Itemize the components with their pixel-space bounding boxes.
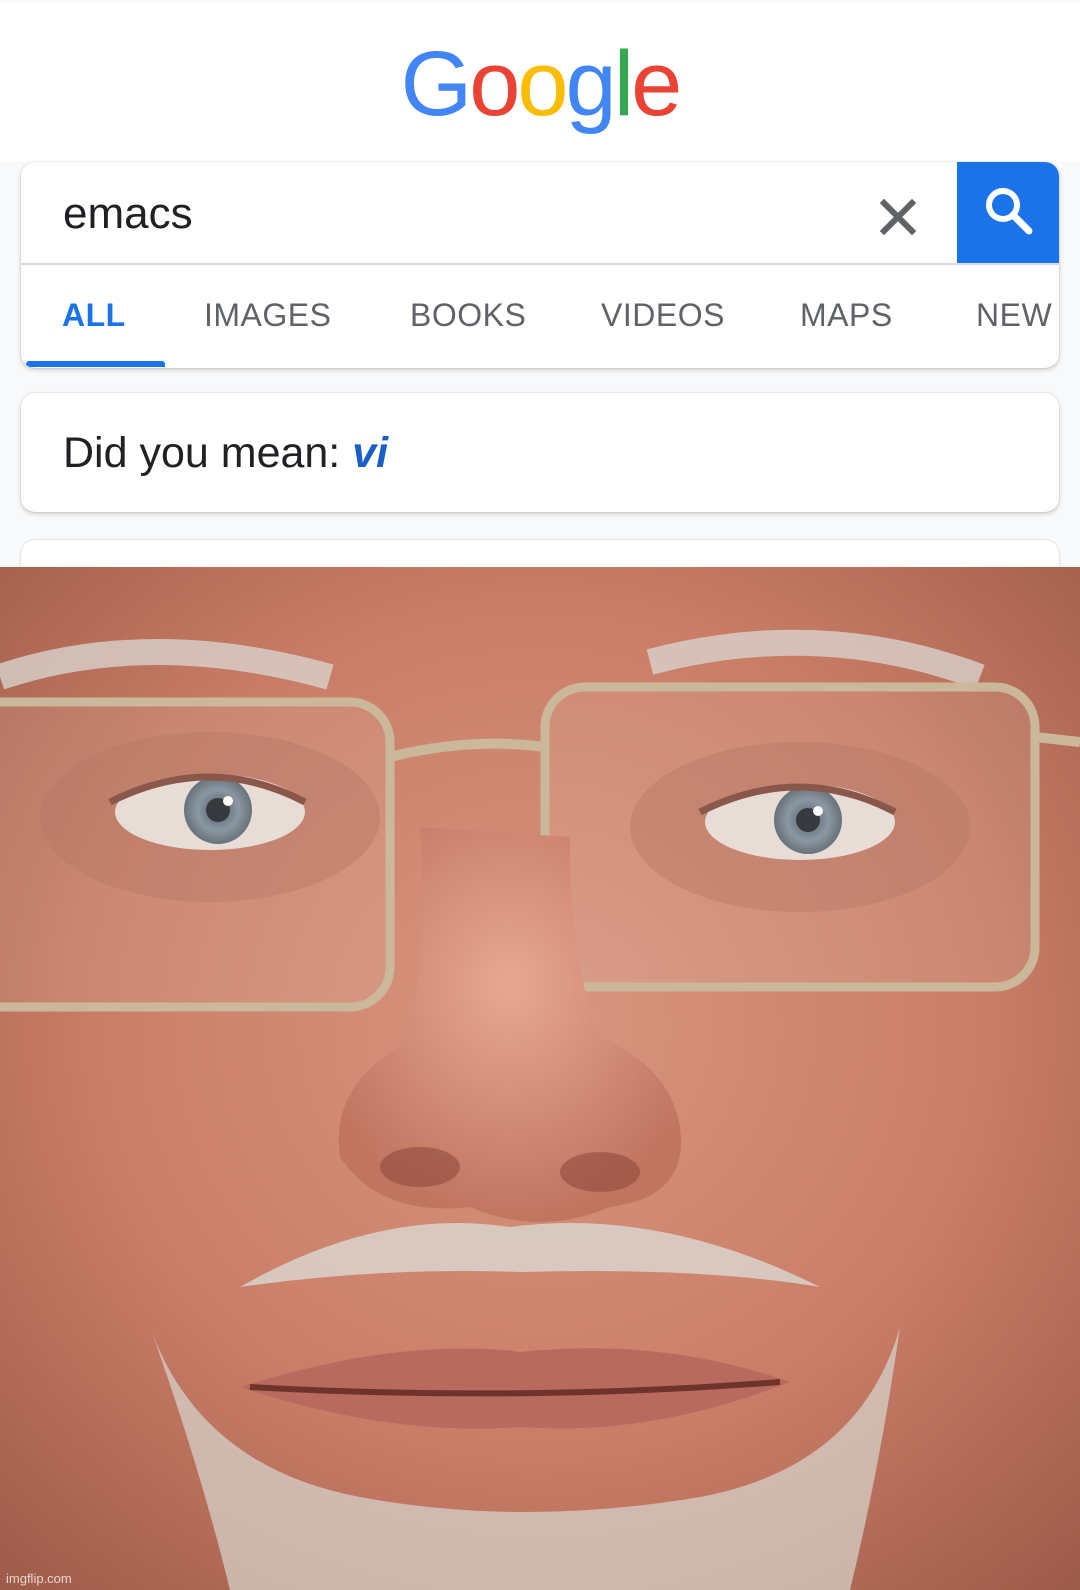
close-icon[interactable]	[876, 195, 920, 239]
logo-letter: G	[400, 33, 473, 135]
active-tab-indicator	[26, 361, 165, 367]
face-illustration	[0, 567, 1080, 1590]
logo-letter: e	[631, 33, 682, 135]
search-icon	[986, 188, 1033, 235]
search-button[interactable]	[957, 162, 1059, 263]
tab-videos[interactable]: VIDEOS	[601, 297, 725, 334]
search-box-card: emacs ALL IMAGES BOOKS VIDEOS MAPS NEW	[21, 162, 1059, 368]
tab-all[interactable]: ALL	[62, 297, 126, 334]
search-tabs: ALL IMAGES BOOKS VIDEOS MAPS NEW	[21, 265, 1059, 368]
logo-letter: o	[517, 33, 568, 135]
suggestion-link[interactable]: vi	[352, 429, 388, 477]
logo-letter: g	[565, 33, 617, 135]
did-you-mean-card: Did you mean: vi	[21, 393, 1059, 512]
face-photo: imgflip.com	[0, 567, 1080, 1590]
watermark: imgflip.com	[6, 1571, 72, 1586]
google-logo[interactable]: Google	[0, 34, 1080, 134]
logo-letter: o	[469, 33, 520, 135]
logo-letter: l	[613, 33, 635, 135]
did-you-mean-prefix: Did you mean:	[63, 429, 341, 477]
tab-images[interactable]: IMAGES	[204, 297, 331, 334]
tab-news[interactable]: NEW	[976, 297, 1052, 334]
tab-books[interactable]: BOOKS	[410, 297, 526, 334]
search-input[interactable]: emacs	[63, 184, 193, 244]
tab-maps[interactable]: MAPS	[800, 297, 893, 334]
did-you-mean-text: Did you mean: vi	[63, 426, 388, 480]
